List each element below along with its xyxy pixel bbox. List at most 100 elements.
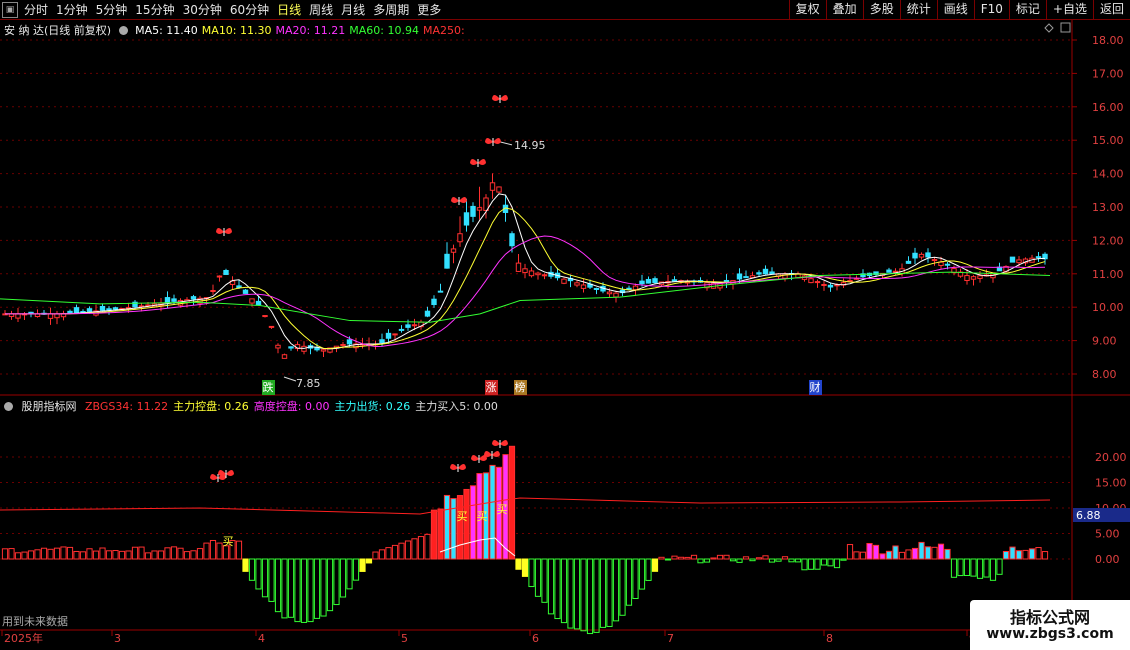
indicator-bar bbox=[86, 548, 93, 560]
ma60-line bbox=[0, 271, 1051, 323]
candle-body bbox=[190, 296, 197, 300]
candle-body bbox=[171, 298, 177, 302]
indicator-bar bbox=[768, 558, 776, 563]
indicator-bar bbox=[521, 558, 529, 577]
indicator-bar bbox=[27, 550, 35, 560]
x-label-0: 2025年 bbox=[4, 631, 43, 645]
ind-butterfly-icon bbox=[492, 440, 508, 448]
candle-body bbox=[457, 233, 463, 243]
candle-body bbox=[652, 278, 658, 284]
candle-body bbox=[814, 281, 821, 284]
indicator-bar bbox=[807, 558, 815, 570]
indicator-bar bbox=[684, 556, 691, 560]
indicator-bar bbox=[21, 551, 28, 560]
indicator-bar bbox=[53, 547, 61, 560]
indicator-bar bbox=[469, 485, 477, 560]
high-pointer bbox=[499, 141, 513, 146]
indicator-bar bbox=[456, 495, 464, 560]
candle-body bbox=[1009, 256, 1016, 263]
indicator-bar bbox=[209, 539, 217, 560]
candle-body bbox=[561, 278, 567, 284]
candle-body bbox=[379, 339, 385, 344]
indicator-bar bbox=[755, 557, 763, 560]
indicator-bar bbox=[541, 558, 548, 603]
future-data-note: 用到未来数据 bbox=[2, 615, 68, 628]
indicator-bar bbox=[846, 544, 854, 560]
candle-body bbox=[821, 283, 827, 286]
indicator-bar bbox=[79, 551, 87, 560]
indicator-bar bbox=[346, 558, 353, 590]
watermark: 指标公式网 www.zbgs3.com bbox=[970, 600, 1130, 650]
indicator-bar bbox=[840, 558, 847, 561]
indicator-bar bbox=[372, 551, 379, 560]
indicator-bar bbox=[736, 558, 743, 563]
candle-body bbox=[73, 307, 80, 314]
y-tick-label-3: 15.00 bbox=[1092, 134, 1124, 147]
indicator-bar bbox=[729, 558, 737, 562]
indicator-bar bbox=[781, 556, 789, 560]
buy-label-0: 买 bbox=[223, 535, 234, 548]
indicator-bar bbox=[879, 553, 886, 560]
candle-body bbox=[275, 344, 281, 349]
candle-body bbox=[463, 212, 470, 226]
indicator-bar bbox=[352, 558, 360, 581]
candle-body bbox=[541, 274, 548, 277]
candle-body bbox=[977, 275, 983, 279]
panel-toggle-icon bbox=[1060, 22, 1071, 33]
candle-body bbox=[535, 272, 541, 276]
candle-body bbox=[242, 289, 249, 294]
candle-body bbox=[671, 279, 678, 282]
indicator-bar bbox=[1, 548, 9, 560]
indicator-bar bbox=[742, 556, 750, 560]
candle-body bbox=[268, 325, 275, 328]
indicator-bar bbox=[573, 558, 581, 630]
indicator-bar bbox=[632, 558, 639, 600]
indicator-bar bbox=[235, 540, 243, 560]
ind-tick-label-1: 15.00 bbox=[1095, 477, 1127, 490]
candle-body bbox=[970, 276, 977, 280]
indicator-bar bbox=[268, 558, 275, 602]
indicator-bar bbox=[515, 558, 522, 570]
candle-body bbox=[827, 284, 834, 288]
indicator-bar bbox=[606, 558, 613, 627]
indicator-bar bbox=[963, 558, 971, 576]
candle-body bbox=[470, 205, 476, 217]
kline-chart[interactable]: 18.00 17.00 16.00 15.00 14.00 13.00 12.00 11.00… bbox=[0, 0, 1130, 650]
indicator-bar bbox=[216, 542, 223, 560]
candle-body bbox=[385, 332, 392, 339]
indicator-bar bbox=[677, 556, 685, 560]
ind-tick-label-0: 20.00 bbox=[1095, 451, 1127, 464]
indicator-bar bbox=[417, 536, 425, 560]
indicator-bar bbox=[957, 558, 964, 577]
indicator-bar bbox=[547, 558, 555, 615]
candle-body bbox=[606, 291, 613, 295]
indicator-bar bbox=[788, 558, 795, 563]
candle-body bbox=[255, 300, 262, 306]
signal-butterfly-icon bbox=[470, 159, 486, 167]
y-tick-label-1: 17.00 bbox=[1092, 67, 1124, 80]
indicator-bar bbox=[326, 558, 334, 612]
candle-body bbox=[1016, 259, 1022, 264]
ind-tick-label-4: 0.00 bbox=[1095, 553, 1120, 566]
signal-butterfly-icon bbox=[451, 197, 467, 205]
indicator-bar bbox=[365, 558, 373, 564]
indicator-bar bbox=[144, 552, 152, 560]
candle-body bbox=[925, 252, 931, 258]
indicator-bar bbox=[1028, 548, 1036, 560]
candle-body bbox=[886, 269, 892, 273]
indicator-bar bbox=[157, 550, 165, 560]
indicator-bar bbox=[118, 550, 126, 560]
candle-body bbox=[346, 339, 353, 345]
indicator-bar bbox=[320, 558, 327, 617]
low-label: 7.85 bbox=[296, 377, 321, 390]
candle-body bbox=[496, 186, 502, 193]
candle-body bbox=[424, 310, 431, 317]
indicator-bar bbox=[996, 558, 1003, 575]
candle-body bbox=[405, 324, 411, 328]
marker-label-3: 财 bbox=[810, 380, 821, 394]
indicator-bar bbox=[287, 558, 295, 618]
zbgs-line bbox=[0, 497, 1051, 515]
indicator-bar bbox=[274, 558, 282, 613]
indicator-bar bbox=[892, 545, 899, 560]
indicator-bar bbox=[911, 547, 919, 560]
